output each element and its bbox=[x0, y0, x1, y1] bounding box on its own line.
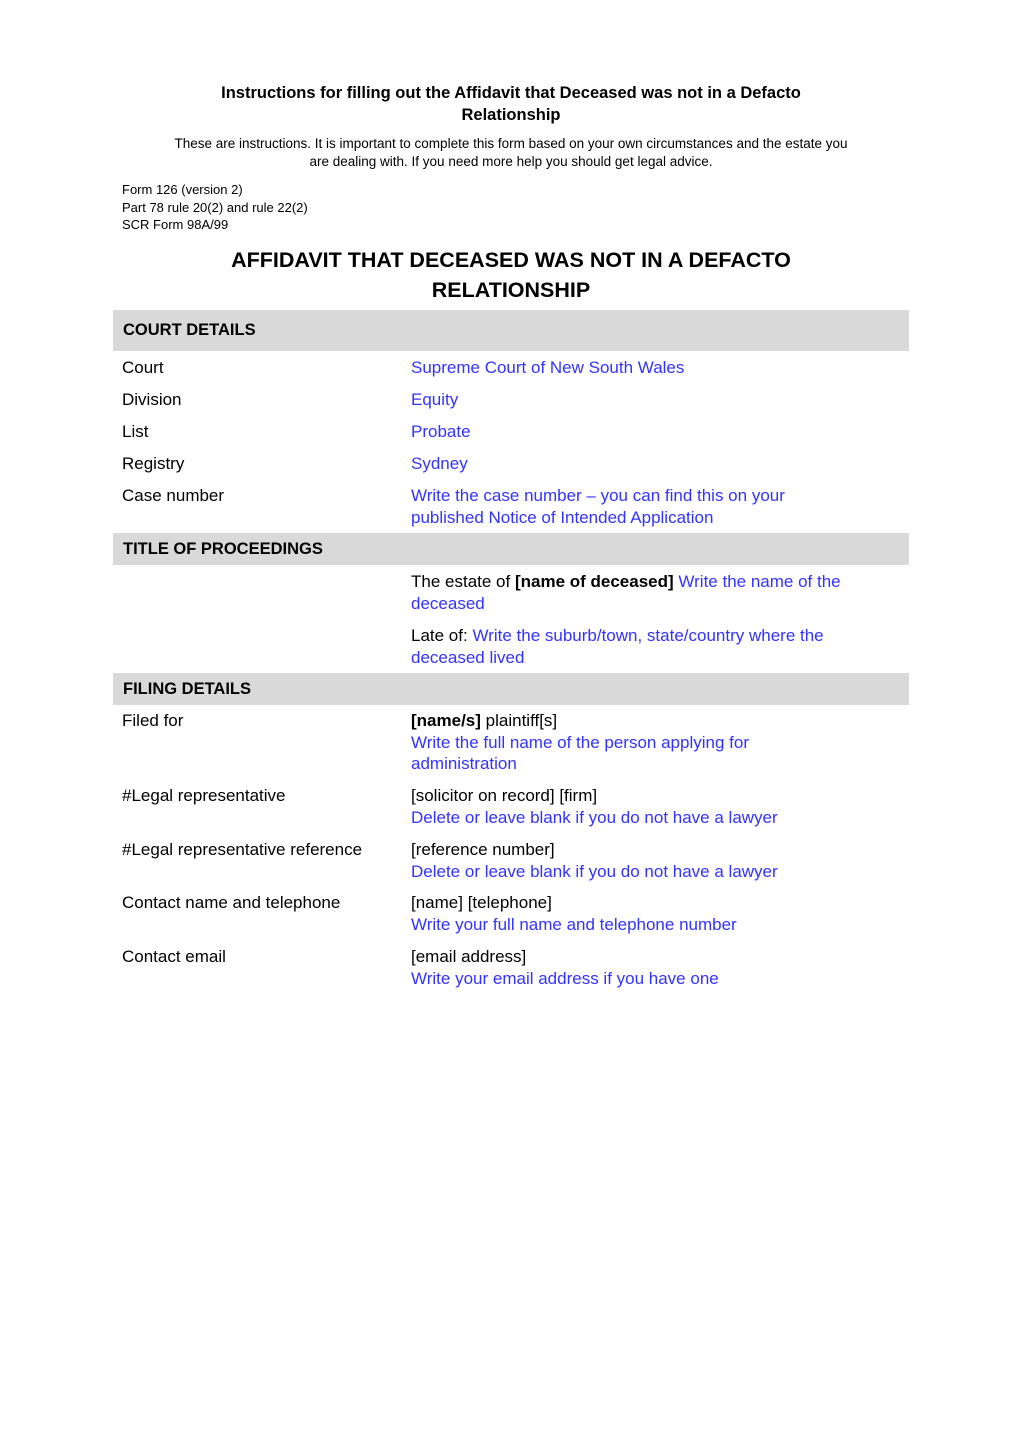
section-court-details: COURT DETAILS bbox=[113, 310, 909, 351]
field-value: Write the case number – you can find thi… bbox=[411, 486, 785, 527]
page-title: AFFIDAVIT THAT DECEASED WAS NOT IN A DEF… bbox=[231, 248, 791, 302]
section-filing-details: FILING DETAILS bbox=[113, 673, 909, 705]
field-value: Sydney bbox=[411, 454, 468, 473]
field-label: List bbox=[122, 422, 149, 441]
field-value: [reference number] Delete or leave blank… bbox=[411, 840, 778, 881]
field-label: Division bbox=[122, 390, 182, 409]
form-rule: Part 78 rule 20(2) and rule 22(2) bbox=[122, 199, 308, 215]
section-title-of-proceedings: TITLE OF PROCEEDINGS bbox=[113, 533, 909, 565]
field-value: [solicitor on record] [firm] Delete or l… bbox=[411, 786, 778, 827]
field-label: Contact name and telephone bbox=[122, 893, 341, 912]
instructions-title: Instructions for filling out the Affidav… bbox=[221, 84, 801, 124]
form-number: Form 126 (version 2) bbox=[122, 182, 243, 197]
field-value: [email address] Write your email address… bbox=[411, 947, 719, 988]
field-label: Case number bbox=[122, 486, 225, 505]
instructions-note: These are instructions. It is important … bbox=[174, 136, 848, 169]
field-value: [name/s] plaintiff[s] Write the full nam… bbox=[411, 711, 749, 773]
field-value: Probate bbox=[411, 422, 471, 441]
field-label: Court bbox=[122, 358, 164, 377]
scr-form: SCR Form 98A/99 bbox=[122, 217, 229, 232]
field-value: Equity bbox=[411, 390, 459, 409]
form-metadata: Form 126 (version 2) Part 78 rule 20(2) … bbox=[122, 181, 308, 234]
field-label: Filed for bbox=[122, 711, 184, 730]
field-label: #Legal representative bbox=[122, 786, 286, 805]
field-label: Registry bbox=[122, 454, 185, 473]
field-label: #Legal representative reference bbox=[122, 840, 363, 859]
field-label: Contact email bbox=[122, 947, 226, 966]
field-value: [name] [telephone] Write your full name … bbox=[411, 893, 737, 934]
estate-placeholder: [name of deceased] bbox=[514, 572, 674, 591]
field-value: Supreme Court of New South Wales bbox=[411, 358, 685, 377]
estate-of-value: The estate of [name of deceased] Write t… bbox=[411, 572, 841, 613]
late-of-value: Late of: Write the suburb/town, state/co… bbox=[411, 626, 824, 667]
